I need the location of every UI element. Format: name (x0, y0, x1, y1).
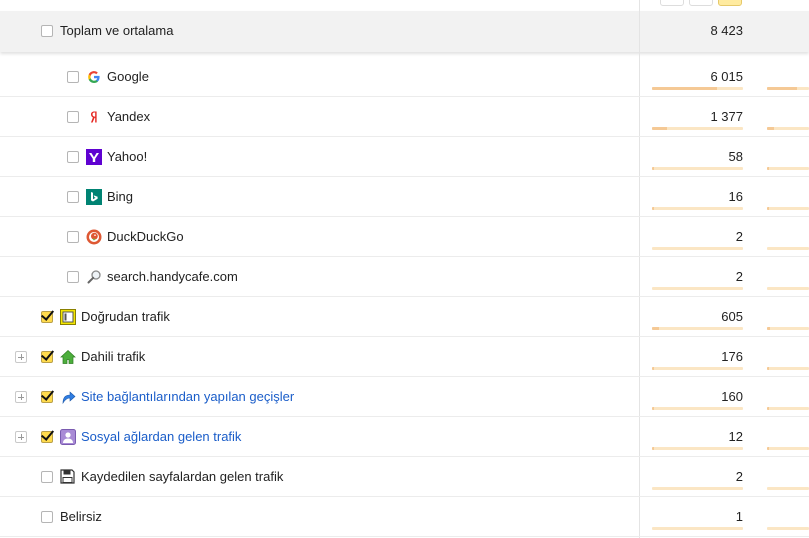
social-person-icon (60, 429, 76, 445)
share-bar-secondary (767, 447, 809, 450)
direct-traffic-icon (60, 309, 76, 325)
row-checkbox[interactable] (41, 511, 53, 523)
table-row: Yandex 1 377 (0, 97, 809, 137)
share-bar (652, 367, 743, 370)
share-bar (652, 527, 743, 530)
duckduckgo-icon (86, 229, 102, 245)
total-row: Toplam ve ortalama 8 423 (0, 11, 809, 52)
total-checkbox[interactable] (41, 25, 53, 37)
row-label-link[interactable]: Sosyal ağlardan gelen trafik (81, 429, 241, 445)
row-checkbox[interactable] (67, 191, 79, 203)
toolbar-button[interactable] (660, 0, 684, 6)
row-label: Doğrudan trafik (81, 309, 170, 324)
floppy-disk-icon (60, 469, 75, 484)
table-row: DuckDuckGo 2 (0, 217, 809, 257)
toolbar-button-active[interactable] (718, 0, 742, 6)
row-checkbox-checked[interactable] (41, 391, 53, 403)
share-bar-secondary (767, 327, 809, 330)
row-checkbox[interactable] (67, 111, 79, 123)
row-value: 2 (735, 229, 743, 244)
row-checkbox-checked[interactable] (41, 351, 53, 363)
yandex-icon (91, 111, 97, 123)
share-bar-secondary (767, 247, 809, 250)
share-bar-secondary (767, 287, 809, 290)
row-checkbox[interactable] (67, 71, 79, 83)
row-label: Yandex (107, 109, 151, 124)
table-row: Belirsiz 1 (0, 497, 809, 537)
row-value: 605 (721, 309, 743, 324)
yahoo-icon (86, 149, 102, 165)
expand-icon[interactable] (15, 351, 27, 363)
share-bar-secondary (767, 367, 809, 370)
row-value: 176 (721, 349, 743, 364)
table-row: Site bağlantılarından yapılan geçişler 1… (0, 377, 809, 417)
row-label: Dahili trafik (81, 349, 146, 364)
share-bar (652, 407, 743, 410)
share-bar-secondary (767, 527, 809, 530)
row-value: 58 (728, 149, 743, 164)
share-bar (652, 87, 743, 90)
row-value: 160 (721, 389, 743, 404)
share-bar (652, 167, 743, 170)
share-bar-secondary (767, 487, 809, 490)
table-row: Kaydedilen sayfalardan gelen trafik 2 (0, 457, 809, 497)
row-label: Bing (107, 189, 134, 204)
table-row: Doğrudan trafik 605 (0, 297, 809, 337)
home-icon (60, 350, 76, 364)
row-value: 2 (735, 269, 743, 284)
top-toolbar-strip (0, 0, 809, 11)
row-value: 2 (735, 469, 743, 484)
total-value: 8 423 (710, 23, 743, 38)
toolbar-button[interactable] (689, 0, 713, 6)
row-label: Kaydedilen sayfalardan gelen trafik (81, 469, 284, 484)
row-label-link[interactable]: Site bağlantılarından yapılan geçişler (81, 389, 294, 405)
row-checkbox[interactable] (67, 231, 79, 243)
row-label: search.handycafe.com (107, 269, 238, 284)
row-label: DuckDuckGo (107, 229, 184, 244)
table-row: Yahoo! 58 (0, 137, 809, 177)
magnifier-icon (87, 270, 101, 284)
share-bar (652, 247, 743, 250)
share-bar (652, 287, 743, 290)
share-bar-secondary (767, 167, 809, 170)
google-icon (88, 71, 100, 83)
row-label: Belirsiz (60, 509, 102, 524)
share-bar-secondary (767, 127, 809, 130)
share-bar (652, 327, 743, 330)
share-bar (652, 127, 743, 130)
row-checkbox-checked[interactable] (41, 431, 53, 443)
bing-icon (86, 189, 102, 205)
row-value: 12 (728, 429, 743, 444)
share-bar (652, 207, 743, 210)
total-label: Toplam ve ortalama (60, 23, 174, 38)
share-bar-secondary (767, 407, 809, 410)
table-row: search.handycafe.com 2 (0, 257, 809, 297)
table-row: Dahili trafik 176 (0, 337, 809, 377)
row-label: Yahoo! (107, 149, 148, 164)
row-value: 6 015 (710, 69, 743, 84)
expand-icon[interactable] (15, 391, 27, 403)
share-bar (652, 447, 743, 450)
row-value: 16 (728, 189, 743, 204)
table-row: Google 6 015 (0, 57, 809, 97)
table-row: Sosyal ağlardan gelen trafik 12 (0, 417, 809, 457)
share-bar-secondary (767, 207, 809, 210)
row-checkbox[interactable] (67, 271, 79, 283)
row-checkbox[interactable] (41, 471, 53, 483)
row-checkbox[interactable] (67, 151, 79, 163)
row-value: 1 (735, 509, 743, 524)
row-checkbox-checked[interactable] (41, 311, 53, 323)
share-bar (652, 487, 743, 490)
share-bar-secondary (767, 87, 809, 90)
link-arrow-icon (62, 391, 76, 405)
table-row: Bing 16 (0, 177, 809, 217)
row-value: 1 377 (710, 109, 743, 124)
expand-icon[interactable] (15, 431, 27, 443)
row-label: Google (107, 69, 149, 84)
